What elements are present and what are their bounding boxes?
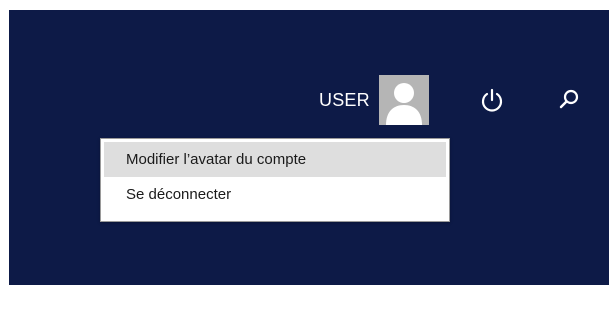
account-context-menu: Modifier l’avatar du compte Se déconnect… (100, 138, 450, 222)
power-icon (481, 88, 503, 112)
start-screen-header: USER Modifier l’avatar du compte Se déco… (9, 10, 609, 285)
search-button[interactable] (554, 85, 584, 115)
user-avatar-icon (378, 75, 429, 125)
menu-item-change-avatar[interactable]: Modifier l’avatar du compte (104, 142, 446, 177)
power-button[interactable] (477, 85, 507, 115)
user-account-tile[interactable]: USER (319, 71, 429, 129)
menu-item-label: Modifier l’avatar du compte (126, 151, 307, 168)
menu-item-sign-out[interactable]: Se déconnecter (104, 177, 446, 212)
user-name-label: USER (319, 89, 370, 110)
menu-item-label: Se déconnecter (126, 186, 232, 203)
search-icon (559, 89, 579, 109)
